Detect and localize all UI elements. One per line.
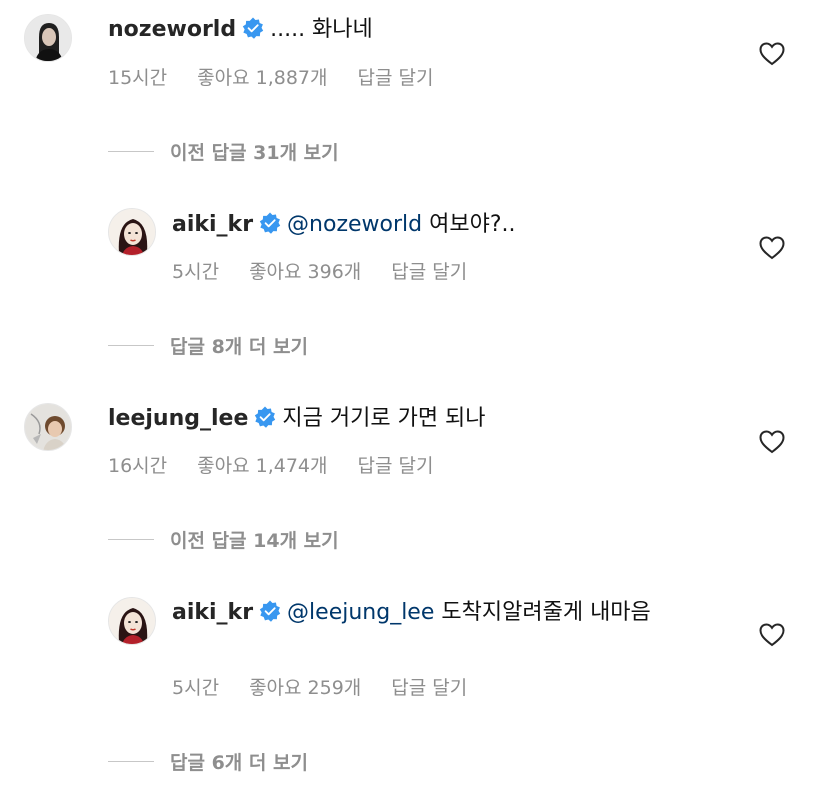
comment-text: nozeworld ..... 화나네 bbox=[108, 13, 373, 46]
reply-button[interactable]: 답글 달기 bbox=[358, 67, 434, 89]
comment-body: 도착지알려줄게 내마음 bbox=[441, 600, 651, 625]
view-more-replies-label: 답글 6개 더 보기 bbox=[170, 751, 308, 774]
username[interactable]: aiki_kr bbox=[172, 212, 253, 237]
comment-body: 여보야?.. bbox=[429, 212, 516, 237]
username[interactable]: nozeworld bbox=[108, 17, 236, 42]
verified-badge-icon bbox=[242, 17, 264, 39]
mention-link[interactable]: @nozeworld bbox=[287, 212, 422, 237]
verified-badge-icon bbox=[259, 600, 281, 622]
avatar[interactable] bbox=[24, 14, 72, 62]
divider-line bbox=[108, 760, 154, 762]
mention-link[interactable]: @leejung_lee bbox=[287, 600, 434, 625]
like-count[interactable]: 좋아요 1,887개 bbox=[197, 67, 327, 89]
username[interactable]: aiki_kr bbox=[172, 600, 253, 625]
view-more-replies-label: 이전 답글 31개 보기 bbox=[170, 141, 339, 164]
divider-line bbox=[108, 150, 154, 152]
divider-line bbox=[108, 538, 154, 540]
comment-time: 15시간 bbox=[108, 67, 168, 89]
like-count[interactable]: 좋아요 396개 bbox=[249, 261, 361, 283]
comment-text: leejung_lee 지금 거기로 가면 되나 bbox=[108, 402, 486, 435]
comment-meta: 5시간 좋아요 259개 답글 달기 bbox=[172, 675, 497, 701]
like-count[interactable]: 좋아요 259개 bbox=[249, 677, 361, 699]
comment-meta: 16시간 좋아요 1,474개 답글 달기 bbox=[108, 453, 463, 479]
comment-body: 지금 거기로 가면 되나 bbox=[282, 406, 486, 431]
view-more-replies-button[interactable]: 이전 답글 14개 보기 bbox=[108, 526, 339, 552]
avatar[interactable] bbox=[24, 403, 72, 451]
verified-badge-icon bbox=[255, 406, 276, 428]
comment-meta: 15시간 좋아요 1,887개 답글 달기 bbox=[108, 65, 463, 91]
comment-meta: 5시간 좋아요 396개 답글 달기 bbox=[172, 259, 497, 285]
reply-button[interactable]: 답글 달기 bbox=[391, 261, 467, 283]
view-more-replies-button[interactable]: 답글 8개 더 보기 bbox=[108, 332, 308, 358]
view-more-replies-label: 답글 8개 더 보기 bbox=[170, 335, 308, 358]
view-more-replies-button[interactable]: 이전 답글 31개 보기 bbox=[108, 138, 339, 164]
avatar[interactable] bbox=[108, 208, 156, 256]
reply-button[interactable]: 답글 달기 bbox=[358, 455, 434, 477]
avatar[interactable] bbox=[108, 597, 156, 645]
comment-body: ..... 화나네 bbox=[270, 17, 373, 42]
heart-outline-icon[interactable] bbox=[759, 623, 785, 647]
verified-badge-icon bbox=[259, 212, 281, 234]
heart-outline-icon[interactable] bbox=[759, 236, 785, 260]
username[interactable]: leejung_lee bbox=[108, 406, 248, 431]
divider-line bbox=[108, 344, 154, 346]
comment-time: 16시간 bbox=[108, 455, 168, 477]
comment-text: aiki_kr @leejung_lee 도착지알려줄게 내마음 bbox=[172, 596, 732, 629]
view-more-replies-button[interactable]: 답글 6개 더 보기 bbox=[108, 748, 308, 774]
view-more-replies-label: 이전 답글 14개 보기 bbox=[170, 529, 339, 552]
like-count[interactable]: 좋아요 1,474개 bbox=[197, 455, 327, 477]
heart-outline-icon[interactable] bbox=[759, 430, 785, 454]
reply-button[interactable]: 답글 달기 bbox=[391, 677, 467, 699]
comment-time: 5시간 bbox=[172, 261, 220, 283]
heart-outline-icon[interactable] bbox=[759, 42, 785, 66]
comment-text: aiki_kr @nozeworld 여보야?.. bbox=[172, 208, 516, 241]
comment-time: 5시간 bbox=[172, 677, 220, 699]
